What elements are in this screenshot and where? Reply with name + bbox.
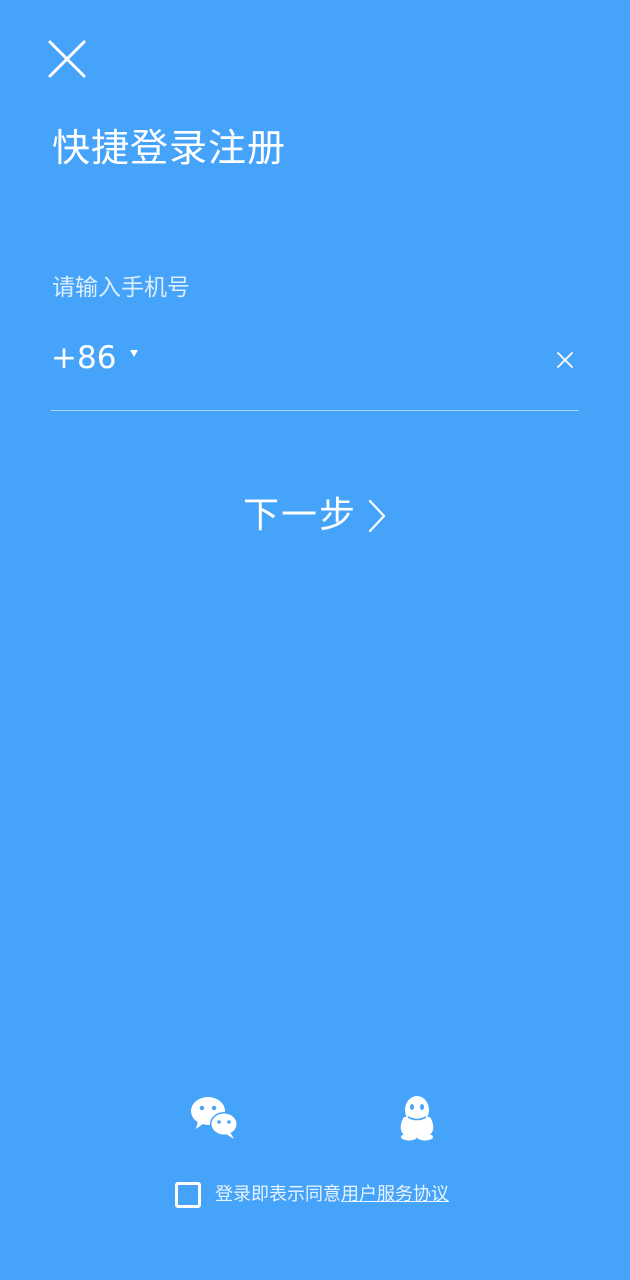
login-screen: 快捷登录注册 请输入手机号 +86 下一步 登录即表示同意 用户服务协议 (0, 0, 630, 1280)
social-login-row (0, 1095, 630, 1145)
country-code-selector[interactable]: +86 (51, 336, 139, 380)
caret-down-icon (130, 349, 139, 357)
agreement-checkbox[interactable] (175, 1182, 201, 1208)
phone-input-row: +86 (51, 330, 579, 411)
phone-number-input[interactable] (161, 336, 521, 380)
country-code-value: +86 (51, 340, 117, 376)
clear-input-button[interactable] (555, 350, 575, 370)
wechat-login-button[interactable] (190, 1095, 240, 1141)
chevron-right-icon (368, 499, 386, 533)
qq-login-button[interactable] (397, 1095, 437, 1141)
close-icon (48, 40, 86, 78)
next-step-button[interactable]: 下一步 (215, 488, 415, 544)
next-step-label: 下一步 (242, 495, 357, 536)
qq-icon (400, 1096, 434, 1141)
agreement-text: 登录即表示同意 (215, 1184, 341, 1205)
page-title: 快捷登录注册 (52, 126, 287, 170)
phone-input-label: 请输入手机号 (52, 275, 190, 301)
agreement-row: 登录即表示同意 用户服务协议 (175, 1178, 449, 1212)
user-service-agreement-link[interactable]: 用户服务协议 (341, 1180, 449, 1210)
wechat-icon (191, 1097, 238, 1139)
close-icon (557, 352, 573, 368)
close-button[interactable] (46, 38, 88, 80)
